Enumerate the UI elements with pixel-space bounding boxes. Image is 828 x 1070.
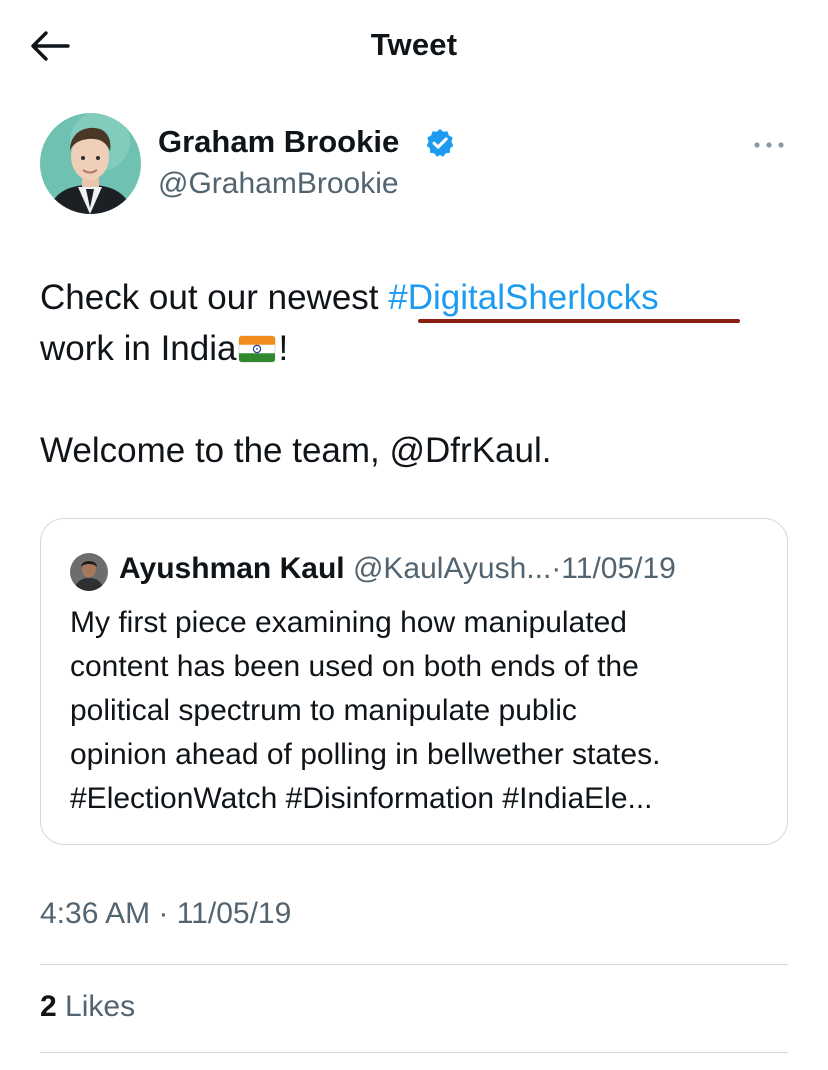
tweet-text-segment: ! (278, 329, 289, 368)
author-avatar[interactable] (40, 113, 141, 214)
avatar-image (70, 553, 108, 591)
quoted-tweet-date: 11/05/19 (561, 552, 676, 585)
tweet-line-3: Welcome to the team, @DfrKaul. (40, 431, 552, 470)
likes-label: Likes (65, 990, 136, 1023)
india-flag-icon (238, 335, 276, 363)
quoted-author-name: Ayushman Kaul (119, 552, 345, 585)
author-handle[interactable]: @GrahamBrookie (158, 167, 399, 201)
separator-dot: · (551, 552, 562, 585)
quoted-text-line: political spectrum to manipulate public (70, 694, 577, 727)
quoted-author-avatar (70, 553, 108, 591)
divider (40, 964, 788, 965)
tweet-line-2: work in India ! (40, 323, 800, 374)
quoted-tweet-text: My first piece examining how manipulated… (70, 601, 770, 821)
author-name[interactable]: Graham Brookie (158, 124, 399, 160)
tweet-text-segment: work in India (40, 329, 237, 368)
quoted-text-line: My first piece examining how manipulated (70, 606, 627, 639)
hashtag-link[interactable]: #DigitalSherlocks (388, 278, 658, 317)
tweet-text-segment: Check out our newest (40, 278, 389, 317)
likes-link[interactable]: 2 Likes (40, 990, 135, 1024)
page-title: Tweet (370, 27, 458, 62)
annotation-underline (418, 319, 740, 323)
quoted-text-line: content has been used on both ends of th… (70, 650, 639, 683)
quoted-tweet-card[interactable]: Ayushman Kaul @KaulAyush...·11/05/19 My … (40, 518, 788, 845)
quoted-tweet-header: Ayushman Kaul @KaulAyush...·11/05/19 (119, 552, 676, 586)
tweet-timestamp[interactable]: 4:36 AM · 11/05/19 (40, 897, 291, 931)
tweet-line-1: Check out our newest #DigitalSherlocks (40, 272, 800, 323)
divider (40, 1052, 788, 1053)
tweet-text: Check out our newest #DigitalSherlocks w… (40, 272, 800, 476)
top-bar: Tweet (0, 0, 828, 90)
likes-count: 2 (40, 990, 57, 1023)
quoted-text-line: #ElectionWatch #Disinformation #IndiaEle… (70, 782, 653, 815)
quoted-author-handle: @KaulAyush... (352, 552, 552, 585)
tweet-detail-page: Tweet Graham Brookie @GrahamBrookie Chec… (0, 0, 828, 1070)
avatar-image (40, 113, 141, 214)
more-horizontal-icon[interactable] (750, 134, 788, 156)
verified-badge-icon (426, 129, 454, 157)
quoted-text-line: opinion ahead of polling in bellwether s… (70, 738, 661, 771)
